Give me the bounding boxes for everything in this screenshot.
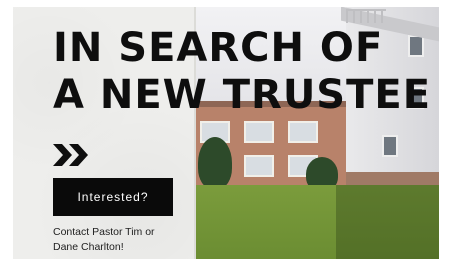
flyer-card: IN SEARCH OF A NEW TRUSTEE Interested? C… <box>13 7 439 259</box>
tree <box>198 137 232 189</box>
double-chevron-right-icon <box>53 144 88 166</box>
tower-railing <box>346 9 386 23</box>
contact-line-1: Contact Pastor Tim or <box>53 226 155 238</box>
interested-button[interactable]: Interested? <box>53 178 173 216</box>
tower-window <box>382 135 398 157</box>
building-window <box>288 121 318 143</box>
headline: IN SEARCH OF A NEW TRUSTEE <box>53 25 439 119</box>
headline-line-1: IN SEARCH OF <box>53 25 384 71</box>
building-window <box>244 121 274 143</box>
contact-text: Contact Pastor Tim or Dane Charlton! <box>53 225 188 255</box>
lawn-shadow <box>336 185 439 259</box>
headline-line-2: A NEW TRUSTEE <box>53 72 432 118</box>
building-window <box>244 155 274 177</box>
contact-line-2: Dane Charlton! <box>53 241 124 253</box>
